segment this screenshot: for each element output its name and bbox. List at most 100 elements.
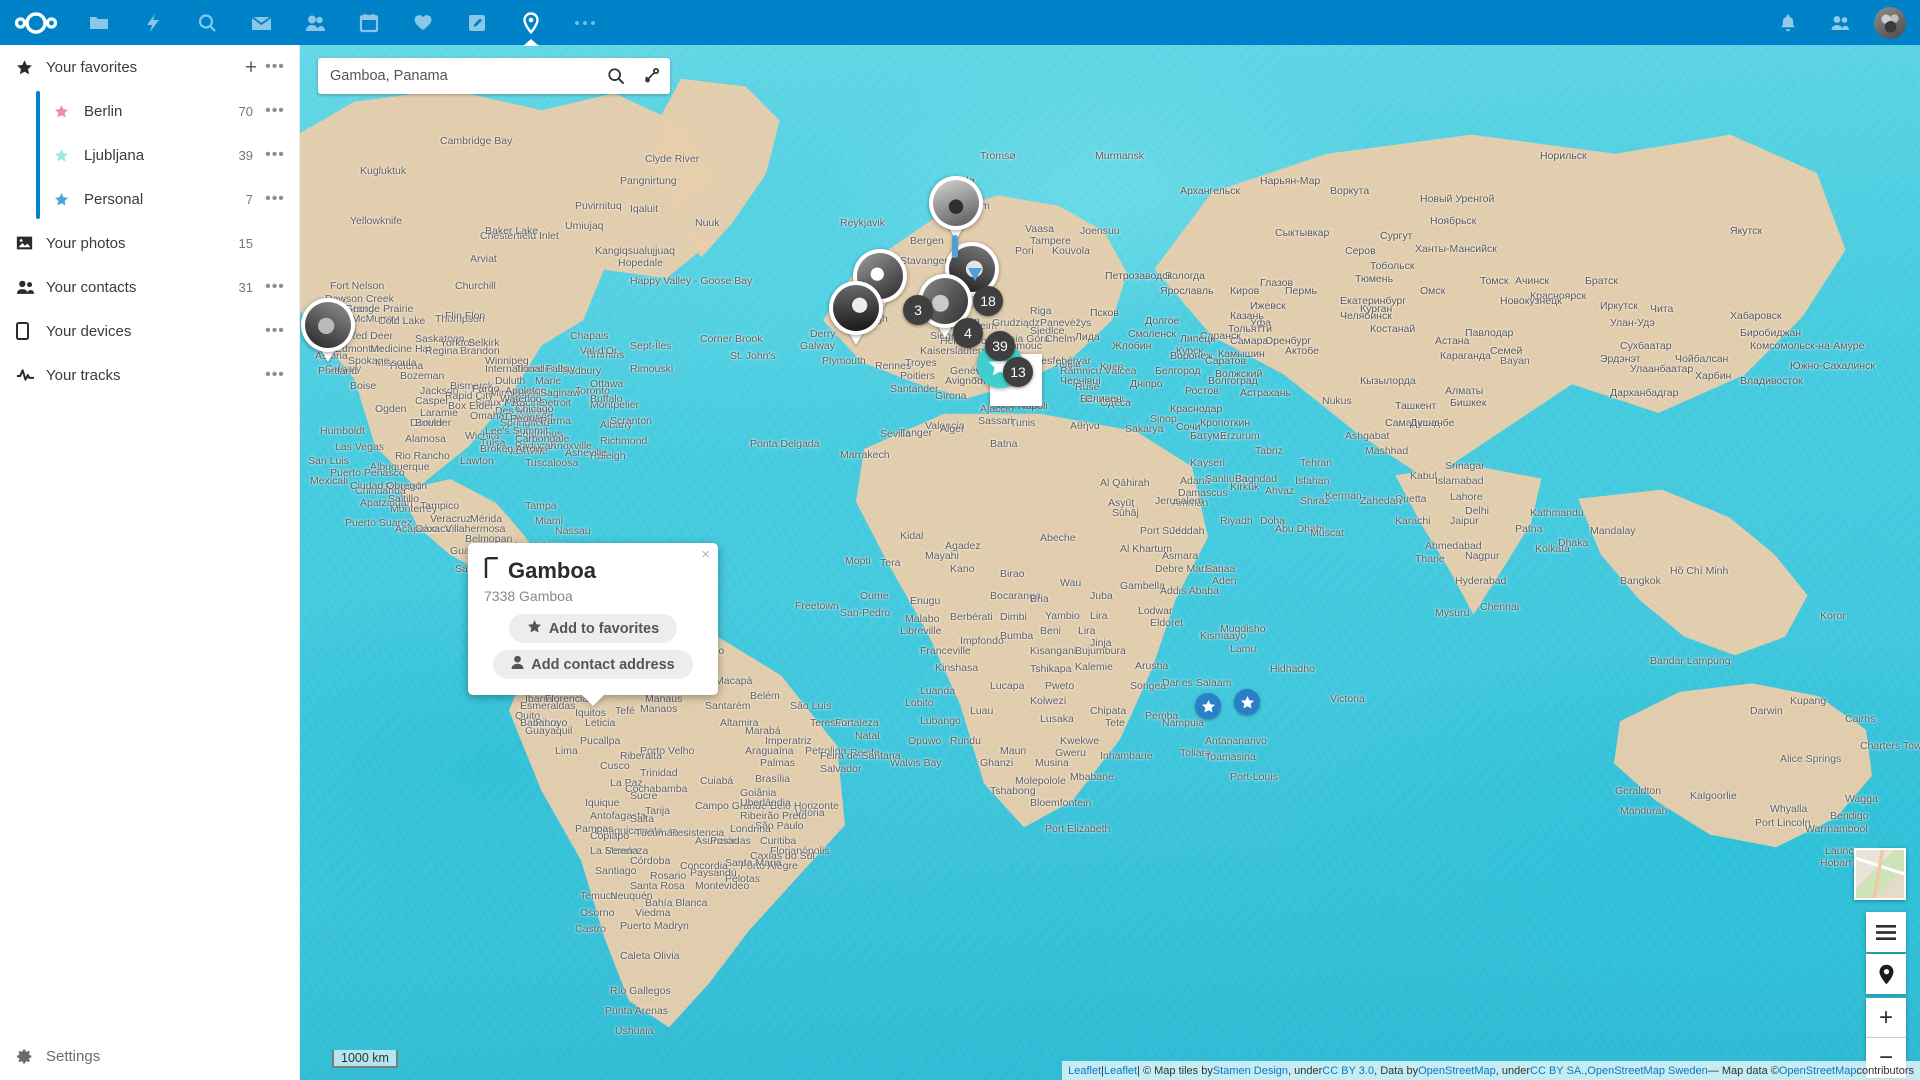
attribution-link[interactable]: OpenStreetMap — [1779, 1065, 1857, 1077]
marker-cluster[interactable]: 13 — [1003, 357, 1033, 387]
location-popup[interactable]: × Gamboa 7338 Gamboa Add to favorites Ad… — [468, 543, 718, 695]
attribution-link[interactable]: OpenStreetMap — [1418, 1065, 1496, 1077]
person-icon — [511, 655, 524, 674]
close-icon[interactable]: × — [701, 547, 710, 562]
attribution-bar[interactable]: Leaflet | Leaflet | © Map tiles by Stame… — [1062, 1061, 1920, 1080]
favorite-item-personal[interactable]: Personal 7 ••• — [36, 177, 299, 221]
search-bar[interactable] — [318, 58, 670, 94]
pin-tail — [968, 268, 982, 281]
nav-app-maps[interactable] — [504, 0, 558, 46]
sidebar-devices-label: Your devices — [46, 322, 132, 340]
nav-app-health[interactable] — [396, 0, 450, 45]
star-icon — [54, 192, 84, 207]
star-icon — [527, 619, 542, 638]
attribution-text: | © Map tiles by — [1137, 1064, 1213, 1077]
marker-cluster[interactable]: 4 — [953, 318, 983, 348]
nav-app-contacts[interactable] — [288, 0, 342, 45]
search-icon[interactable] — [598, 58, 634, 94]
add-contact-address-label: Add contact address — [531, 656, 675, 673]
map-menu-button[interactable] — [1866, 912, 1906, 952]
attribution-link[interactable]: CC BY SA. — [1530, 1065, 1584, 1077]
popup-actions: Add to favorites Add contact address — [468, 614, 718, 695]
nav-app-files[interactable] — [72, 0, 126, 45]
bell-icon[interactable] — [1762, 0, 1814, 45]
track-icon — [16, 368, 46, 382]
attribution-text: contributors — [1856, 1064, 1914, 1077]
add-contact-address-button[interactable]: Add contact address — [493, 650, 693, 679]
marker-cluster[interactable]: 3 — [903, 295, 933, 325]
nav-app-calendar[interactable] — [342, 0, 396, 45]
user-avatar[interactable] — [1874, 6, 1906, 39]
favorite-item-ljubljana[interactable]: Ljubljana 39 ••• — [36, 133, 299, 177]
star-marker-uganda[interactable] — [1195, 693, 1221, 719]
favorite-count: 70 — [238, 103, 253, 119]
avatar-pin-scandinavia[interactable] — [929, 176, 983, 242]
sidebar-contacts-count: 31 — [238, 279, 253, 295]
nav-app-search[interactable] — [180, 0, 234, 45]
popup-address: 7338 Gamboa — [484, 588, 573, 604]
contact-photo — [833, 285, 879, 331]
nav-app-activity[interactable] — [126, 0, 180, 45]
favorite-menu-button[interactable]: ••• — [263, 190, 287, 208]
sidebar-photos-count: 15 — [238, 235, 253, 251]
video-thumbnail — [952, 235, 958, 258]
favorite-count: 39 — [238, 147, 253, 163]
sidebar-item-contacts[interactable]: Your contacts 31 ••• — [0, 265, 299, 309]
pin-bubble — [929, 176, 983, 230]
sidebar-item-photos[interactable]: Your photos 15 — [0, 221, 299, 265]
layers-preview-thumbnail — [1856, 850, 1904, 898]
attribution-link[interactable]: CC BY 3.0 — [1322, 1065, 1374, 1077]
nav-app-notes[interactable] — [450, 0, 504, 45]
sidebar-item-favorites[interactable]: Your favorites + ••• — [0, 45, 299, 89]
zoom-in-button[interactable]: + — [1866, 998, 1906, 1038]
star-icon — [54, 104, 84, 119]
favorite-label: Berlin — [84, 102, 123, 120]
nav-app-mail[interactable] — [234, 0, 288, 45]
search-input[interactable] — [318, 68, 598, 84]
star-marker-kenya[interactable] — [1234, 689, 1260, 715]
sidebar-item-devices[interactable]: Your devices ••• — [0, 309, 299, 353]
tracks-menu-button[interactable]: ••• — [263, 367, 287, 383]
active-app-arrow — [523, 39, 539, 46]
attribution-link[interactable]: OpenStreetMap Sweden — [1587, 1065, 1707, 1077]
contact-photo — [305, 302, 351, 348]
sidebar-settings-button[interactable]: Settings — [0, 1032, 300, 1080]
favorite-menu-button[interactable]: ••• — [263, 102, 287, 120]
sidebar-photos-label: Your photos — [46, 234, 126, 252]
add-favorite-button[interactable]: + — [239, 57, 263, 78]
nextcloud-logo[interactable] — [0, 0, 72, 45]
contact-photo — [933, 180, 979, 226]
marker-cluster[interactable]: 39 — [985, 331, 1015, 361]
header-right-group — [1762, 0, 1920, 45]
attribution-text: , under — [1288, 1064, 1323, 1077]
favorite-menu-button[interactable]: ••• — [263, 146, 287, 164]
nav-app-overflow[interactable] — [558, 0, 612, 45]
favorites-menu-button[interactable]: ••• — [263, 59, 287, 75]
layers-switcher-button[interactable] — [1854, 848, 1906, 900]
avatar-pin-iberia[interactable] — [829, 281, 883, 347]
sidebar-item-tracks[interactable]: Your tracks ••• — [0, 353, 299, 397]
app-header — [0, 0, 1920, 46]
contacts-menu-icon[interactable] — [1814, 0, 1866, 45]
devices-menu-button[interactable]: ••• — [263, 323, 287, 339]
popup-title-row: Gamboa — [468, 543, 718, 586]
attribution-link[interactable]: Leaflet — [1104, 1065, 1137, 1077]
flag-icon — [484, 557, 500, 584]
video-marker-denmark[interactable] — [952, 235, 998, 282]
device-icon — [16, 322, 46, 340]
favorite-item-berlin[interactable]: Berlin 70 ••• — [36, 89, 299, 133]
marker-cluster[interactable]: 18 — [973, 286, 1003, 316]
add-to-favorites-button[interactable]: Add to favorites — [508, 614, 678, 643]
route-icon[interactable] — [634, 58, 670, 94]
sidebar: Your favorites + ••• Berlin 70 ••• Ljubl… — [0, 45, 300, 1080]
attribution-link[interactable]: Stamen Design — [1213, 1065, 1288, 1077]
photo-icon — [16, 235, 46, 251]
avatar-pin-california[interactable] — [301, 298, 355, 364]
map-viewport[interactable]: Cambridge Bay Kugluktuk Chesterfield Inlet… — [300, 45, 1920, 1080]
favorite-label: Ljubljana — [84, 146, 145, 164]
contacts-menu-button[interactable]: ••• — [263, 279, 287, 295]
locate-me-button[interactable] — [1866, 954, 1906, 994]
sidebar-contacts-label: Your contacts — [46, 278, 137, 296]
attribution-text: , under — [1495, 1064, 1531, 1077]
attribution-link[interactable]: Leaflet — [1068, 1065, 1101, 1077]
